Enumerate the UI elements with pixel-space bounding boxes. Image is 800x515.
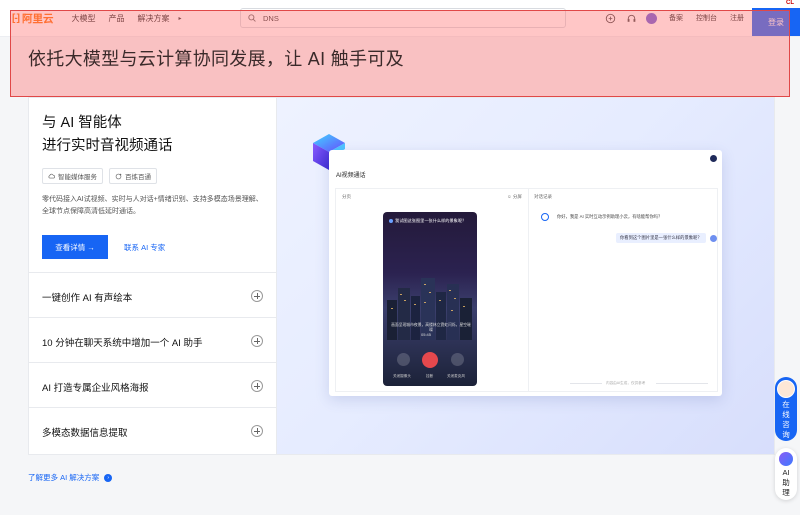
ai-assistant-widget[interactable]: AI 助 理 — [775, 448, 797, 500]
camera-toggle-button[interactable] — [397, 353, 410, 366]
pane-left-head: 分页 — [342, 194, 351, 199]
call-timer: 05:45 — [421, 332, 432, 337]
agent-avatar — [777, 380, 795, 398]
mic-label: 关闭麦克风 — [447, 374, 465, 378]
ai-assistant-icon — [779, 452, 793, 466]
chat-message-ai: 你好，我是 AI 实时互动示例助理小云，有啥能帮你吗？ — [541, 213, 662, 221]
demo-window-title: AI视频通话 — [336, 173, 366, 179]
tag-label: 智能媒体服务 — [58, 174, 97, 181]
phone-question: 我试图这张图里一张什么样的景象呢？ — [389, 218, 466, 224]
accordion-label: 10 分钟在聊天系统中增加一个 AI 助手 — [42, 338, 203, 349]
window-avatar — [710, 155, 717, 162]
expand-plus-icon[interactable] — [251, 290, 263, 302]
chat-ai-text: 你好，我是 AI 实时互动示例助理小云，有啥能帮你吗？ — [557, 214, 663, 219]
more-link-text: 了解更多 AI 解决方案 — [28, 473, 100, 482]
camera-label: 关闭摄像头 — [393, 374, 411, 378]
accordion-label: AI 打造专属企业风格海报 — [42, 383, 149, 394]
arrow-right-icon: › — [104, 473, 113, 482]
consult-char: 询 — [782, 430, 790, 439]
ai-assistant-char: 助 — [782, 478, 790, 487]
hero-title: 与 AI 智能体 进行实时音视频通话 — [42, 112, 173, 158]
overlay-title: 依托大模型与云计算协同发展，让 AI 触手可及 — [28, 49, 404, 69]
divider — [570, 383, 602, 384]
highlight-overlay: 依托大模型与云计算协同发展，让 AI 触手可及 — [10, 10, 790, 97]
corner-tag: CL — [786, 0, 794, 6]
online-consult-widget[interactable]: 在 线 咨 询 — [775, 377, 797, 441]
consult-char: 线 — [782, 410, 790, 419]
ai-avatar-icon — [541, 213, 549, 221]
accordion-item[interactable]: 一键创作 AI 有声绘本 — [29, 272, 276, 318]
more-ai-solutions-link[interactable]: 了解更多 AI 解决方案 › — [28, 472, 113, 483]
tag-label: 百炼百通 — [125, 174, 151, 181]
divider — [656, 383, 708, 384]
accordion-label: 一键创作 AI 有声绘本 — [42, 293, 133, 304]
hang-up-label: 挂断 — [426, 374, 434, 378]
hero-card: 与 AI 智能体 进行实时音视频通话 智能媒体服务 百炼百通 零代码接入AI试视… — [28, 97, 775, 455]
consult-char: 在 — [782, 400, 790, 409]
pane-right-head: 对话记录 — [534, 194, 552, 199]
phone-question-text: 我试图这张图里一张什么样的景象呢？ — [395, 218, 467, 223]
demo-preview-panel: AI视频通话 分页 ☺ 分屏 对话记录 我试图这张图里一张什么样的景象呢？ 画面… — [277, 98, 774, 454]
expand-plus-icon[interactable] — [251, 380, 263, 392]
contact-ai-expert-link[interactable]: 联系 AI 专家 — [124, 242, 165, 253]
tag-bailian[interactable]: 百炼百通 — [109, 168, 157, 184]
accordion-label: 多模态数据信息提取 — [42, 428, 128, 439]
expand-plus-icon[interactable] — [251, 335, 263, 347]
hero-title-line1: 与 AI 智能体 — [42, 115, 122, 131]
hero-title-line2: 进行实时音视频通话 — [42, 138, 173, 154]
pane-split-toggle[interactable]: ☺ 分屏 — [507, 194, 522, 200]
video-call-phone: 我试图这张图里一张什么样的景象呢？ 画面呈现城市夜景，高楼林立霓虹闪烁，星空璀璨… — [383, 212, 477, 386]
chat-user-text: 你看到这个图片里是一张什么样的景象呢？ — [616, 233, 706, 243]
ai-assistant-char: AI — [782, 468, 790, 477]
accordion-item[interactable]: 10 分钟在聊天系统中增加一个 AI 助手 — [29, 317, 276, 363]
pane-divider — [528, 189, 529, 391]
accordion-item[interactable]: AI 打造专属企业风格海报 — [29, 362, 276, 408]
mic-toggle-button[interactable] — [451, 353, 464, 366]
expand-plus-icon[interactable] — [251, 425, 263, 437]
demo-window: AI视频通话 分页 ☺ 分屏 对话记录 我试图这张图里一张什么样的景象呢？ 画面… — [329, 150, 722, 396]
hero-tags: 智能媒体服务 百炼百通 — [42, 168, 163, 184]
consult-char: 咨 — [782, 420, 790, 429]
tag-media-service[interactable]: 智能媒体服务 — [42, 168, 103, 184]
cloud-icon — [48, 173, 55, 179]
demo-content: 分页 ☺ 分屏 对话记录 我试图这张图里一张什么样的景象呢？ 画面呈现城市夜景，… — [335, 188, 718, 392]
chat-message-user: 你看到这个图片里是一张什么样的景象呢？ — [616, 233, 717, 243]
ai-dot-icon — [389, 218, 393, 223]
hang-up-button[interactable] — [422, 352, 438, 368]
user-avatar-icon — [709, 234, 717, 242]
hero-left-panel: 与 AI 智能体 进行实时音视频通话 智能媒体服务 百炼百通 零代码接入AI试视… — [29, 98, 277, 454]
accordion-item[interactable]: 多模态数据信息提取 — [29, 407, 276, 453]
ai-disclaimer: 内容由AI生成，仅供参考 — [606, 381, 646, 385]
hero-description: 零代码接入AI试视频、实时与人对话+情绪识别、支持多模态场景理解、全球节点保障高… — [42, 196, 263, 215]
bailian-icon — [115, 173, 122, 179]
ai-assistant-char: 理 — [782, 488, 790, 497]
view-details-button[interactable]: 查看详情 → — [42, 235, 108, 259]
